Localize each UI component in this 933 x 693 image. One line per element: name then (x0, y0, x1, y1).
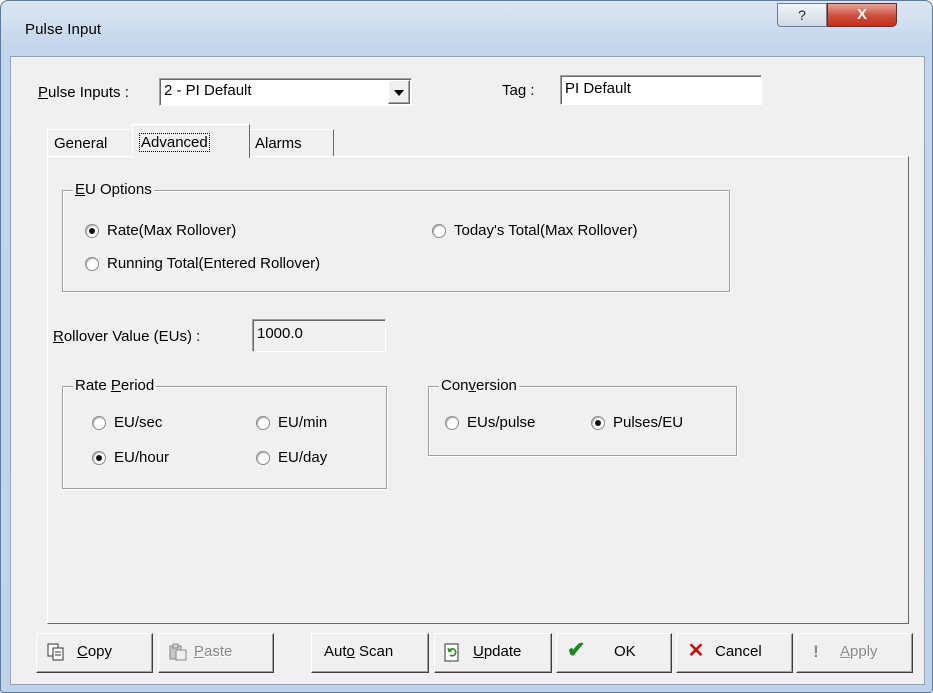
radio-label: EU/day (278, 449, 328, 466)
radio-label: Today's Total(Max Rollover) (454, 222, 638, 239)
copy-label: Copy (77, 643, 113, 660)
paste-label: Paste (194, 643, 233, 660)
ok-button[interactable]: ✔ OK (556, 633, 672, 673)
paste-icon (169, 643, 187, 661)
apply-label: Apply (840, 643, 878, 660)
radio-unselected-icon (432, 224, 446, 238)
close-x-icon: ✕ (687, 640, 705, 662)
auto-scan-label: Auto Scan (324, 643, 394, 660)
tab-label: General (54, 135, 108, 152)
pulse-inputs-label: Pulse Inputs : (38, 84, 129, 101)
advanced-tab-panel: EU Options Rate(Max Rollover) Today's To… (47, 156, 909, 624)
radio-unselected-icon (256, 451, 270, 465)
radio-unselected-icon (85, 257, 99, 271)
exclamation-icon: ! (813, 642, 819, 661)
help-button[interactable]: ? (777, 3, 827, 27)
cancel-button[interactable]: ✕ Cancel (676, 633, 793, 673)
radio-label: EU/min (278, 414, 328, 431)
checkmark-icon: ✔ (567, 637, 586, 662)
tag-input[interactable]: PI Default (560, 75, 762, 105)
tag-value: PI Default (565, 80, 631, 97)
radio-label: Running Total(Entered Rollover) (107, 255, 321, 272)
paste-button[interactable]: Paste (158, 633, 274, 673)
close-button[interactable]: X (827, 3, 897, 27)
radio-selected-icon (591, 416, 605, 430)
radio-unselected-icon (92, 416, 106, 430)
rollover-value-field[interactable]: 1000.0 (252, 319, 386, 352)
dropdown-arrow-icon[interactable] (388, 80, 410, 104)
update-label: Update (473, 643, 522, 660)
tab-alarms[interactable]: Alarms (248, 129, 334, 157)
cancel-label: Cancel (715, 643, 762, 660)
eu-options-group: EU Options Rate(Max Rollover) Today's To… (62, 181, 730, 292)
dialog-window: Pulse Input ? X Pulse Inputs : 2 - PI De… (0, 0, 933, 693)
radio-unselected-icon (256, 416, 270, 430)
tab-label: Advanced (139, 133, 210, 152)
rollover-label: Rollover Value (EUs) : (53, 328, 201, 345)
auto-scan-button[interactable]: Auto Scan (311, 633, 429, 673)
radio-label: Rate(Max Rollover) (107, 222, 237, 239)
tab-general[interactable]: General (47, 129, 134, 157)
radio-label: EU/hour (114, 449, 170, 466)
copy-icon (47, 643, 65, 661)
tag-label: Tag : (502, 82, 535, 99)
radio-selected-icon (92, 451, 106, 465)
ok-label: OK (614, 643, 636, 660)
tab-advanced[interactable]: Advanced (132, 124, 250, 158)
apply-button[interactable]: ! Apply (796, 633, 913, 673)
radio-label: Pulses/EU (613, 414, 684, 431)
radio-selected-icon (85, 224, 99, 238)
copy-button[interactable]: Copy (36, 633, 153, 673)
radio-unselected-icon (445, 416, 459, 430)
window-title: Pulse Input (25, 21, 102, 38)
rollover-value: 1000.0 (257, 325, 303, 342)
tab-label: Alarms (255, 135, 302, 152)
pulse-inputs-value: 2 - PI Default (164, 82, 252, 99)
eu-options-legend: EU Options (73, 181, 154, 198)
radio-label: EU/sec (114, 414, 163, 431)
update-button[interactable]: Update (434, 633, 552, 673)
rate-period-group: Rate Period EU/sec EU/min EU/hour EU/day (62, 377, 387, 489)
conversion-legend: Conversion (439, 377, 519, 394)
rate-period-legend: Rate Period (73, 377, 157, 394)
refresh-icon (443, 643, 461, 662)
pulse-inputs-select[interactable]: 2 - PI Default (159, 78, 412, 106)
conversion-group: Conversion EUs/pulse Pulses/EU (428, 377, 737, 456)
radio-label: EUs/pulse (467, 414, 536, 431)
